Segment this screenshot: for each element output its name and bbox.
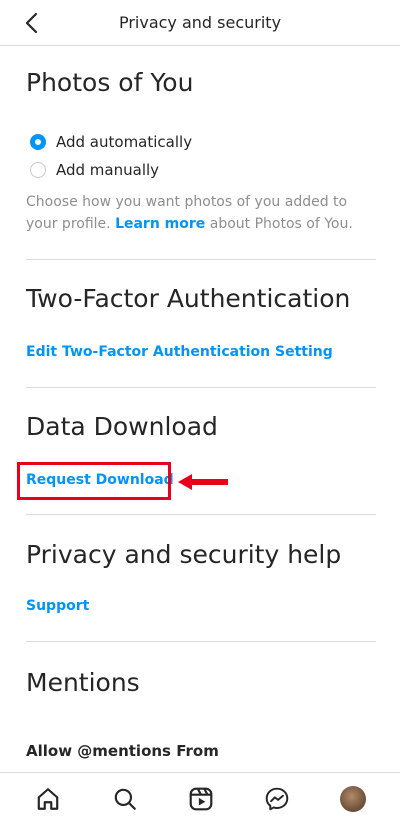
nav-messenger[interactable] <box>263 785 291 813</box>
data-download-title: Data Download <box>26 412 218 441</box>
radio-label: Add manually <box>56 161 160 179</box>
divider <box>26 641 376 642</box>
privacy-help-title: Privacy and security help <box>26 540 342 569</box>
bottom-nav <box>0 772 400 823</box>
divider <box>26 387 376 388</box>
support-link[interactable]: Support <box>26 598 89 614</box>
profile-avatar <box>340 786 366 812</box>
nav-reels[interactable] <box>187 785 215 813</box>
edit-two-factor-link[interactable]: Edit Two-Factor Authentication Setting <box>26 344 333 360</box>
nav-search[interactable] <box>111 785 139 813</box>
divider <box>26 514 376 515</box>
radio-label: Add automatically <box>56 133 193 151</box>
mentions-title: Mentions <box>26 668 140 697</box>
red-arrow-left-icon <box>178 474 228 490</box>
page-title: Privacy and security <box>118 13 282 32</box>
radio-add-manually[interactable]: Add manually <box>30 161 159 179</box>
radio-unchecked-icon <box>30 162 46 178</box>
nav-profile[interactable] <box>339 785 367 813</box>
photos-helper-text: Choose how you want photos of you added … <box>26 191 371 235</box>
allow-mentions-heading: Allow @mentions From <box>26 742 219 760</box>
top-bar: Privacy and security <box>0 0 400 46</box>
reels-icon <box>189 787 213 811</box>
home-icon <box>37 788 59 810</box>
divider <box>26 259 376 260</box>
search-icon <box>114 788 136 810</box>
learn-more-link[interactable]: Learn more <box>115 216 205 232</box>
radio-add-automatically[interactable]: Add automatically <box>30 133 192 151</box>
two-factor-title: Two-Factor Authentication <box>26 284 351 313</box>
messenger-icon <box>265 787 289 811</box>
nav-home[interactable] <box>34 785 62 813</box>
highlight-annotation-box <box>17 462 171 500</box>
photos-of-you-title: Photos of You <box>26 68 194 97</box>
helper-text-after: about Photos of You. <box>209 216 353 232</box>
radio-checked-icon <box>30 134 46 150</box>
